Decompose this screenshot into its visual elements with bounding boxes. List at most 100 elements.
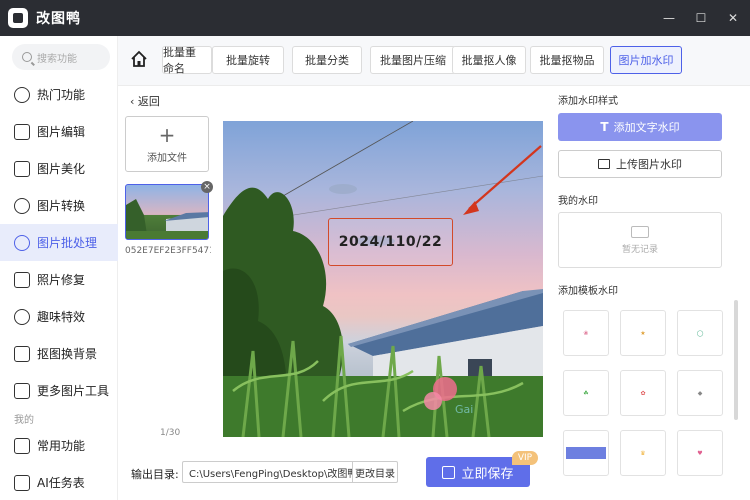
tab-add-watermark[interactable]: 图片加水印 (610, 46, 682, 74)
tab-batch-portrait-cutout[interactable]: 批量抠人像 (452, 46, 526, 74)
sidebar-item-label: 更多图片工具 (37, 384, 110, 398)
tab-batch-rename[interactable]: 批量重命名 (162, 46, 212, 75)
svg-text:Gai: Gai (455, 403, 473, 416)
crop-icon (14, 345, 30, 362)
feature-tab-bar: 批量重命名 批量旋转 批量分类 批量图片压缩 批量抠人像 批量抠物品 图片加水印 (118, 36, 750, 86)
template-item[interactable]: ✿ (620, 370, 666, 416)
home-icon (131, 50, 147, 67)
save-icon (442, 465, 456, 479)
upload-image-watermark-label: 上传图片水印 (616, 158, 682, 171)
sidebar-item-more-tools[interactable]: 更多图片工具 (0, 372, 118, 409)
search-placeholder: 搜索功能 (37, 53, 77, 65)
batch-icon (14, 234, 30, 251)
sidebar-item-batch[interactable]: 图片批处理 (0, 224, 118, 261)
template-scrollbar[interactable] (734, 300, 738, 420)
vip-badge: VIP (512, 451, 538, 465)
template-thumb-icon (566, 447, 606, 459)
thumbnail-filename: 052E7EF2E3FF5471... (125, 246, 211, 256)
watermark-style-heading: 添加水印样式 (558, 96, 618, 107)
sparkle-icon (14, 308, 30, 325)
image-edit-icon (14, 123, 30, 140)
page-count: 1/30 (160, 428, 181, 438)
sidebar-item-label: 常用功能 (37, 439, 86, 453)
sidebar-item-label: 趣味特效 (37, 310, 86, 324)
template-thumb-icon: ★ (640, 329, 646, 337)
sidebar-item-label: 图片编辑 (37, 125, 86, 139)
tab-batch-object-cutout[interactable]: 批量抠物品 (530, 46, 604, 74)
sidebar-item-cutout[interactable]: 抠图换背景 (0, 335, 118, 372)
repair-icon (14, 271, 30, 288)
template-thumb-icon: ♥ (697, 449, 703, 457)
add-file-button[interactable]: + 添加文件 (125, 116, 209, 172)
tab-batch-classify[interactable]: 批量分类 (292, 46, 362, 74)
tab-batch-rotate[interactable]: 批量旋转 (212, 46, 284, 74)
sidebar-item-favorites[interactable]: 常用功能 (0, 427, 118, 464)
template-thumb-icon: ✿ (640, 389, 646, 397)
sidebar-item-label: 照片修复 (37, 273, 86, 287)
change-dir-button[interactable]: 更改目录 (352, 461, 398, 483)
template-item[interactable]: ☘ (563, 370, 609, 416)
add-text-watermark-button[interactable]: T 添加文字水印 (558, 113, 722, 141)
template-item[interactable] (563, 430, 609, 476)
empty-label: 暂无记录 (621, 244, 658, 255)
home-button[interactable] (130, 50, 148, 68)
convert-icon (14, 197, 30, 214)
back-button[interactable]: ‹ 返回 (130, 93, 160, 109)
sidebar-item-ai-tasks[interactable]: AI任务表 (0, 464, 118, 500)
sidebar-nav: 热门功能 图片编辑 图片美化 图片转换 图片批处理 照片修复 趣味特效 抠图换背… (0, 76, 118, 500)
app-logo-icon (8, 8, 28, 28)
sidebar-item-label: 图片批处理 (37, 236, 98, 250)
flame-icon (14, 86, 30, 103)
maximize-button[interactable]: ☐ (694, 11, 708, 25)
save-label: 立即保存 (461, 466, 514, 482)
sidebar-item-image-edit[interactable]: 图片编辑 (0, 113, 118, 150)
preview-photo: Gai (223, 121, 543, 437)
add-text-watermark-label: 添加文字水印 (613, 121, 680, 134)
sidebar-item-label: AI任务表 (37, 476, 85, 490)
text-watermark[interactable]: 2024/110/22 (328, 218, 453, 266)
search-input[interactable]: 搜索功能 (12, 44, 110, 70)
sidebar-item-convert[interactable]: 图片转换 (0, 187, 118, 224)
template-item[interactable]: ★ (620, 310, 666, 356)
template-thumb-icon: ☘ (583, 389, 589, 397)
template-item[interactable]: ♛ (620, 430, 666, 476)
sidebar-item-repair[interactable]: 照片修复 (0, 261, 118, 298)
template-thumb-icon: ❀ (583, 329, 589, 337)
grid-icon (14, 437, 30, 454)
sidebar: 搜索功能 热门功能 图片编辑 图片美化 图片转换 图片批处理 照片修复 趣味特效… (0, 36, 118, 500)
preview-image: Gai (223, 121, 543, 437)
template-item[interactable]: ◯ (677, 310, 723, 356)
sidebar-item-label: 抠图换背景 (37, 347, 98, 361)
sidebar-section-mine: 我的 (14, 414, 34, 426)
sidebar-item-label: 热门功能 (37, 88, 86, 102)
text-icon: T (600, 120, 609, 134)
toolbox-icon (14, 382, 30, 399)
template-watermark-heading: 添加模板水印 (558, 286, 618, 297)
remove-file-button[interactable]: × (201, 181, 213, 193)
my-watermark-heading: 我的水印 (558, 196, 598, 207)
output-dir-field[interactable]: C:\Users\FengPing\Desktop\改图鸭 (182, 461, 352, 483)
template-thumb-icon: ♛ (640, 449, 646, 457)
template-thumb-icon: ◆ (697, 389, 703, 397)
template-thumb-icon: ◯ (696, 329, 704, 337)
tab-batch-compress[interactable]: 批量图片压缩 (370, 46, 456, 74)
plus-icon: + (158, 122, 176, 147)
thumbnail-image (126, 199, 208, 239)
add-file-label: 添加文件 (147, 152, 187, 164)
image-icon (598, 159, 610, 169)
template-item[interactable]: ♥ (677, 430, 723, 476)
template-item[interactable]: ❀ (563, 310, 609, 356)
template-item[interactable]: ◆ (677, 370, 723, 416)
file-thumbnail[interactable] (125, 184, 209, 240)
minimize-button[interactable]: — (662, 11, 676, 25)
sidebar-item-hot[interactable]: 热门功能 (0, 76, 118, 113)
title-bar: 改图鸭 — ☐ ✕ (0, 0, 750, 36)
back-label: 返回 (137, 95, 160, 108)
sidebar-item-effects[interactable]: 趣味特效 (0, 298, 118, 335)
app-title: 改图鸭 (36, 11, 81, 27)
close-button[interactable]: ✕ (726, 11, 740, 25)
upload-image-watermark-button[interactable]: 上传图片水印 (558, 150, 722, 178)
chevron-left-icon: ‹ (130, 95, 138, 108)
window-controls: — ☐ ✕ (662, 0, 740, 36)
sidebar-item-beautify[interactable]: 图片美化 (0, 150, 118, 187)
